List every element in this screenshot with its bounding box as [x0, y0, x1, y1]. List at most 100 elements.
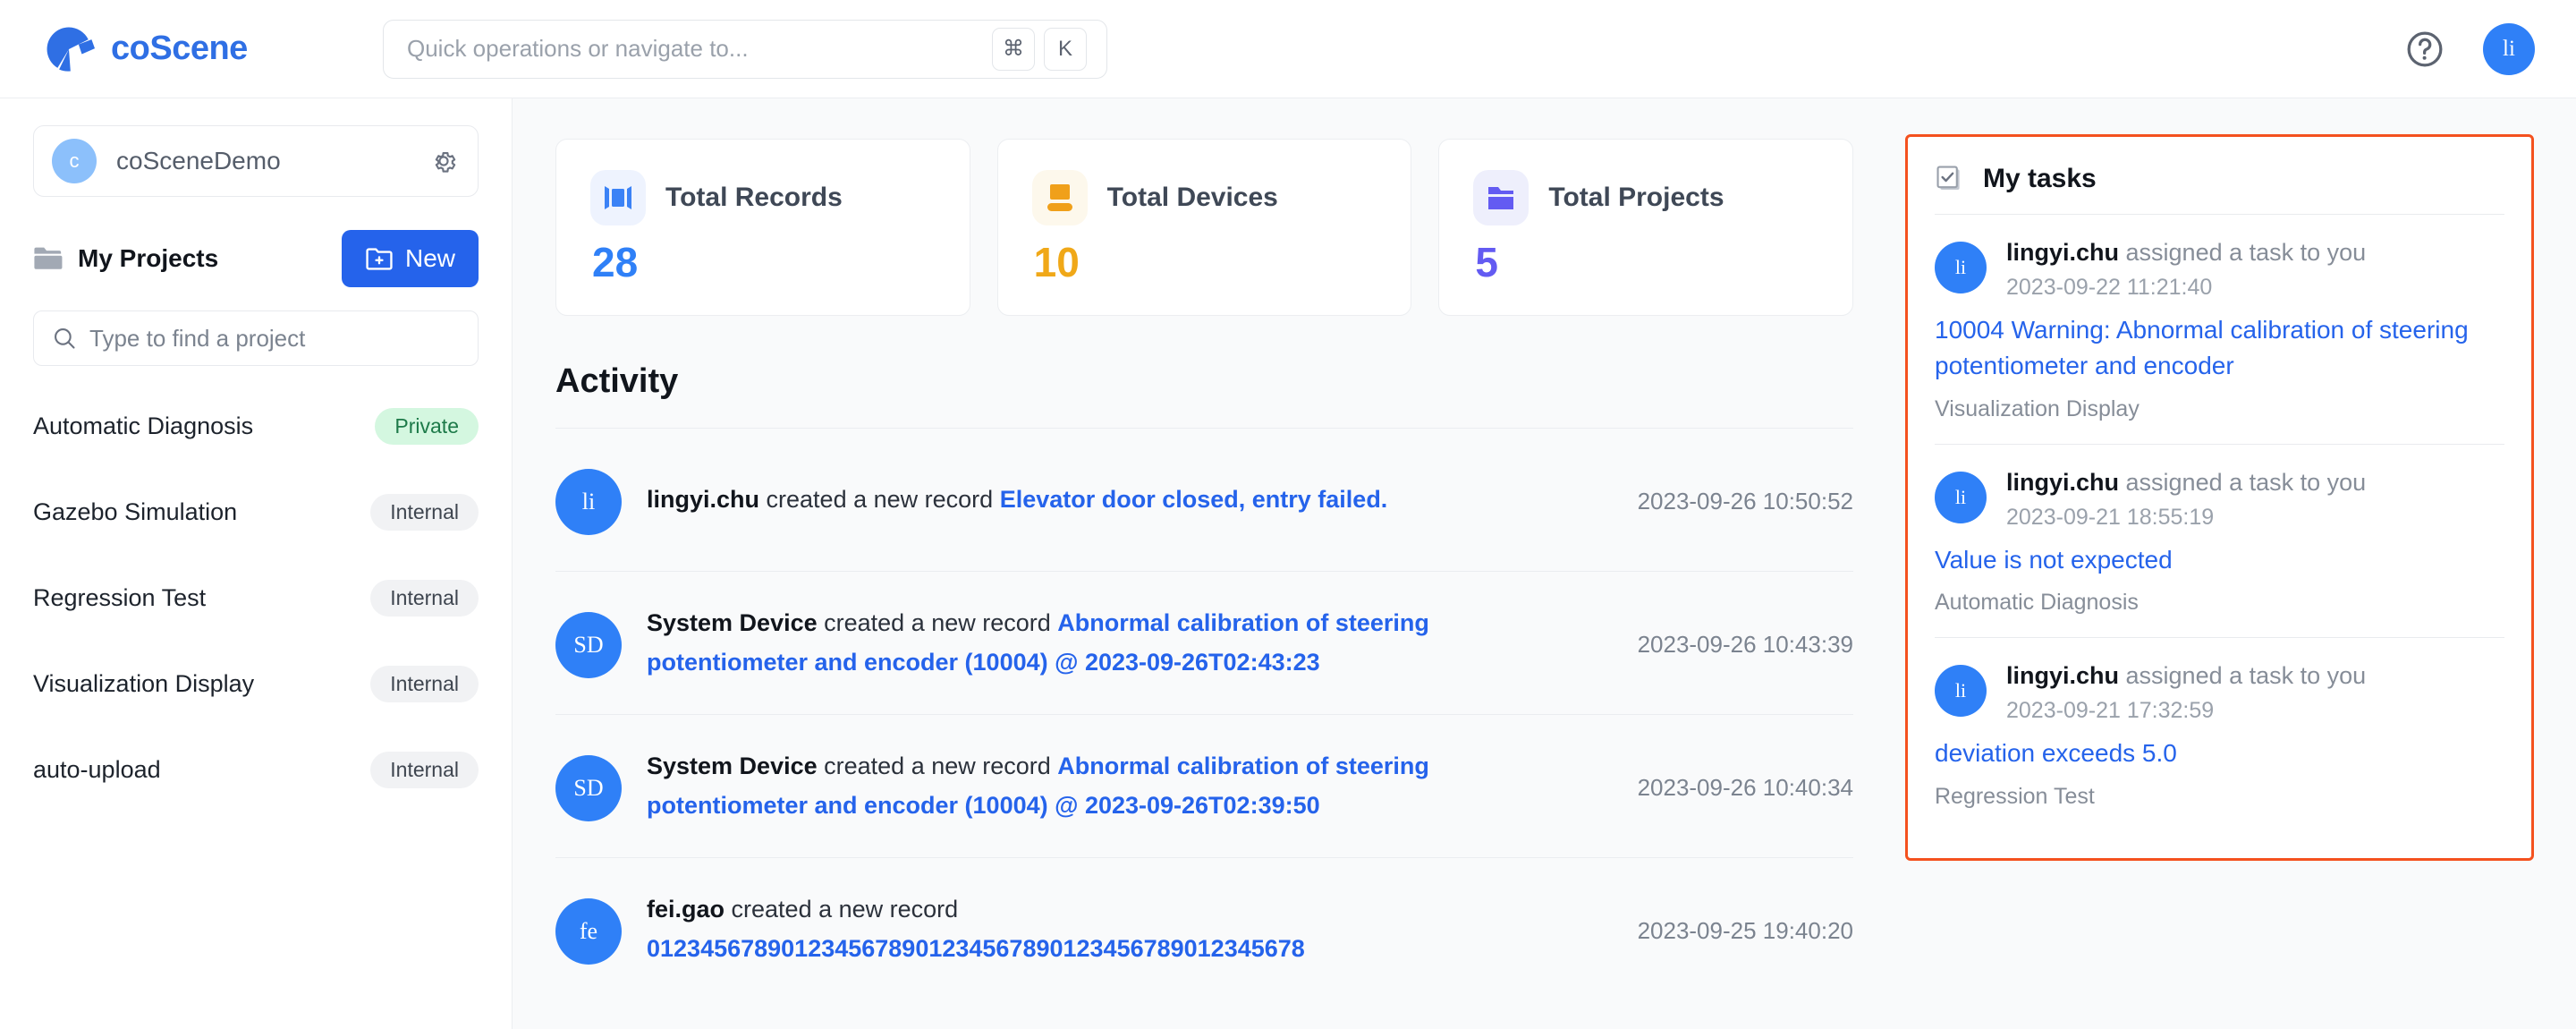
task-title-link[interactable]: 10004 Warning: Abnormal calibration of s… — [1935, 312, 2504, 385]
task-user: lingyi.chu — [2006, 662, 2120, 690]
activity-verb: created a new record — [731, 896, 959, 923]
activity-verb: created a new record — [824, 609, 1051, 637]
folder-icon — [34, 247, 63, 269]
task-action: assigned a task to you — [2125, 239, 2367, 266]
project-name: auto-upload — [33, 755, 161, 783]
task-user: lingyi.chu — [2006, 468, 2120, 496]
task-action: assigned a task to you — [2125, 662, 2367, 690]
stats-row: Total Records 28 Total Devices 10 Total … — [555, 139, 1854, 316]
task-project: Visualization Display — [1935, 395, 2140, 421]
avatar: fe — [555, 897, 622, 965]
stat-card-records[interactable]: Total Records 28 — [555, 139, 970, 316]
help-circle-icon[interactable] — [2404, 29, 2445, 70]
shortcut-cmd-key: ⌘ — [992, 27, 1035, 71]
project-list-item[interactable]: Gazebo Simulation Internal — [33, 484, 479, 540]
avatar: li — [1935, 665, 1987, 718]
visibility-badge: Internal — [370, 665, 479, 702]
task-item[interactable]: li lingyi.chu assigned a task to you 202… — [1935, 443, 2504, 637]
visibility-badge: Internal — [370, 493, 479, 531]
task-project: Automatic Diagnosis — [1935, 590, 2139, 616]
task-title-link[interactable]: deviation exceeds 5.0 — [1935, 736, 2504, 772]
activity-text: lingyi.chu created a new record Elevator… — [647, 480, 1613, 519]
global-search[interactable]: Quick operations or navigate to... ⌘ K — [383, 19, 1107, 79]
activity-row[interactable]: li lingyi.chu created a new record Eleva… — [555, 428, 1853, 571]
project-name: Regression Test — [33, 583, 207, 611]
stat-title: Total Projects — [1548, 183, 1724, 212]
avatar: SD — [555, 754, 622, 821]
task-item[interactable]: li lingyi.chu assigned a task to you 202… — [1935, 214, 2504, 444]
stat-title: Total Records — [665, 183, 843, 212]
activity-time: 2023-09-25 19:40:20 — [1637, 917, 1853, 944]
activity-record-link[interactable]: Elevator door closed, entry failed. — [1000, 486, 1388, 513]
activity-user: System Device — [647, 609, 818, 637]
tasks-column: My tasks li lingyi.chu assigned a task t… — [1896, 98, 2576, 1029]
new-project-button[interactable]: New — [341, 230, 479, 287]
new-project-label: New — [404, 244, 455, 272]
activity-row[interactable]: SD System Device created a new record Ab… — [555, 714, 1853, 857]
device-icon — [1031, 170, 1088, 225]
search-icon — [55, 328, 75, 349]
activity-text: System Device created a new record Abnor… — [647, 747, 1613, 824]
my-tasks-title: My tasks — [1983, 164, 2097, 193]
project-name: Visualization Display — [33, 669, 255, 697]
project-filter-placeholder[interactable]: Type to find a project — [89, 325, 305, 353]
projects-header: My Projects New — [33, 230, 479, 287]
user-avatar[interactable]: li — [2483, 23, 2535, 75]
page-body: c coSceneDemo My Projects New Type to fi… — [0, 98, 2576, 1029]
activity-row[interactable]: fe fei.gao created a new record 01234567… — [555, 857, 1853, 1000]
new-folder-icon — [366, 247, 393, 270]
activity-record-link[interactable]: 0123456789012345678901234567890123456789… — [647, 935, 1305, 962]
project-name: Automatic Diagnosis — [33, 412, 254, 439]
activity-verb: created a new record — [766, 485, 994, 513]
activity-user: System Device — [647, 753, 818, 780]
avatar: li — [555, 468, 622, 535]
project-list-item[interactable]: auto-upload Internal — [33, 742, 479, 797]
my-tasks-panel: My tasks li lingyi.chu assigned a task t… — [1905, 134, 2534, 861]
activity-text: fei.gao created a new record 01234567890… — [647, 890, 1613, 967]
activity-time: 2023-09-26 10:43:39 — [1637, 631, 1853, 658]
stat-card-devices[interactable]: Total Devices 10 — [996, 139, 1412, 316]
search-input[interactable]: Quick operations or navigate to... — [407, 35, 983, 63]
sidebar: c coSceneDemo My Projects New Type to fi… — [0, 98, 513, 1029]
activity-time: 2023-09-26 10:50:52 — [1637, 488, 1853, 514]
project-list-item[interactable]: Regression Test Internal — [33, 570, 479, 625]
gear-icon[interactable] — [429, 147, 458, 175]
org-switcher[interactable]: c coSceneDemo — [33, 125, 479, 197]
task-time: 2023-09-21 17:32:59 — [2006, 698, 2215, 724]
activity-verb: created a new record — [824, 753, 1051, 780]
org-name: coSceneDemo — [116, 147, 281, 174]
activity-row[interactable]: SD System Device created a new record Ab… — [555, 571, 1853, 714]
project-list-item[interactable]: Visualization Display Internal — [33, 656, 479, 711]
brand[interactable]: coScene — [43, 23, 338, 75]
activity-time: 2023-09-26 10:40:34 — [1637, 774, 1853, 801]
avatar: li — [1935, 242, 1987, 293]
avatar: SD — [555, 611, 622, 678]
stat-value: 28 — [592, 239, 639, 285]
stat-value: 10 — [1033, 239, 1080, 285]
main-content: Total Records 28 Total Devices 10 Total … — [513, 98, 1896, 1029]
topbar-actions: li — [2404, 0, 2535, 98]
project-filter-input[interactable]: Type to find a project — [33, 310, 479, 366]
visibility-badge: Internal — [370, 579, 479, 617]
project-name: Gazebo Simulation — [33, 497, 238, 525]
activity-list: li lingyi.chu created a new record Eleva… — [555, 428, 1853, 1000]
project-list: Automatic Diagnosis Private Gazebo Simul… — [33, 398, 479, 797]
task-project: Regression Test — [1935, 783, 2095, 809]
task-title-link[interactable]: Value is not expected — [1935, 542, 2504, 579]
org-avatar: c — [52, 139, 97, 183]
projects-title: My Projects — [78, 244, 219, 272]
stat-title: Total Devices — [1106, 183, 1278, 212]
records-icon — [590, 170, 646, 225]
activity-title: Activity — [555, 362, 679, 400]
visibility-badge: Internal — [370, 751, 479, 788]
stat-value: 5 — [1475, 239, 1498, 285]
task-action: assigned a task to you — [2125, 468, 2367, 496]
shortcut-k-key: K — [1044, 27, 1087, 71]
avatar: li — [1935, 471, 1987, 523]
visibility-badge: Private — [375, 407, 479, 445]
stat-card-projects[interactable]: Total Projects 5 — [1438, 139, 1854, 316]
project-list-item[interactable]: Automatic Diagnosis Private — [33, 398, 479, 454]
activity-user: lingyi.chu — [647, 485, 760, 513]
task-time: 2023-09-22 11:21:40 — [2006, 274, 2213, 300]
task-item[interactable]: li lingyi.chu assigned a task to you 202… — [1935, 637, 2504, 830]
